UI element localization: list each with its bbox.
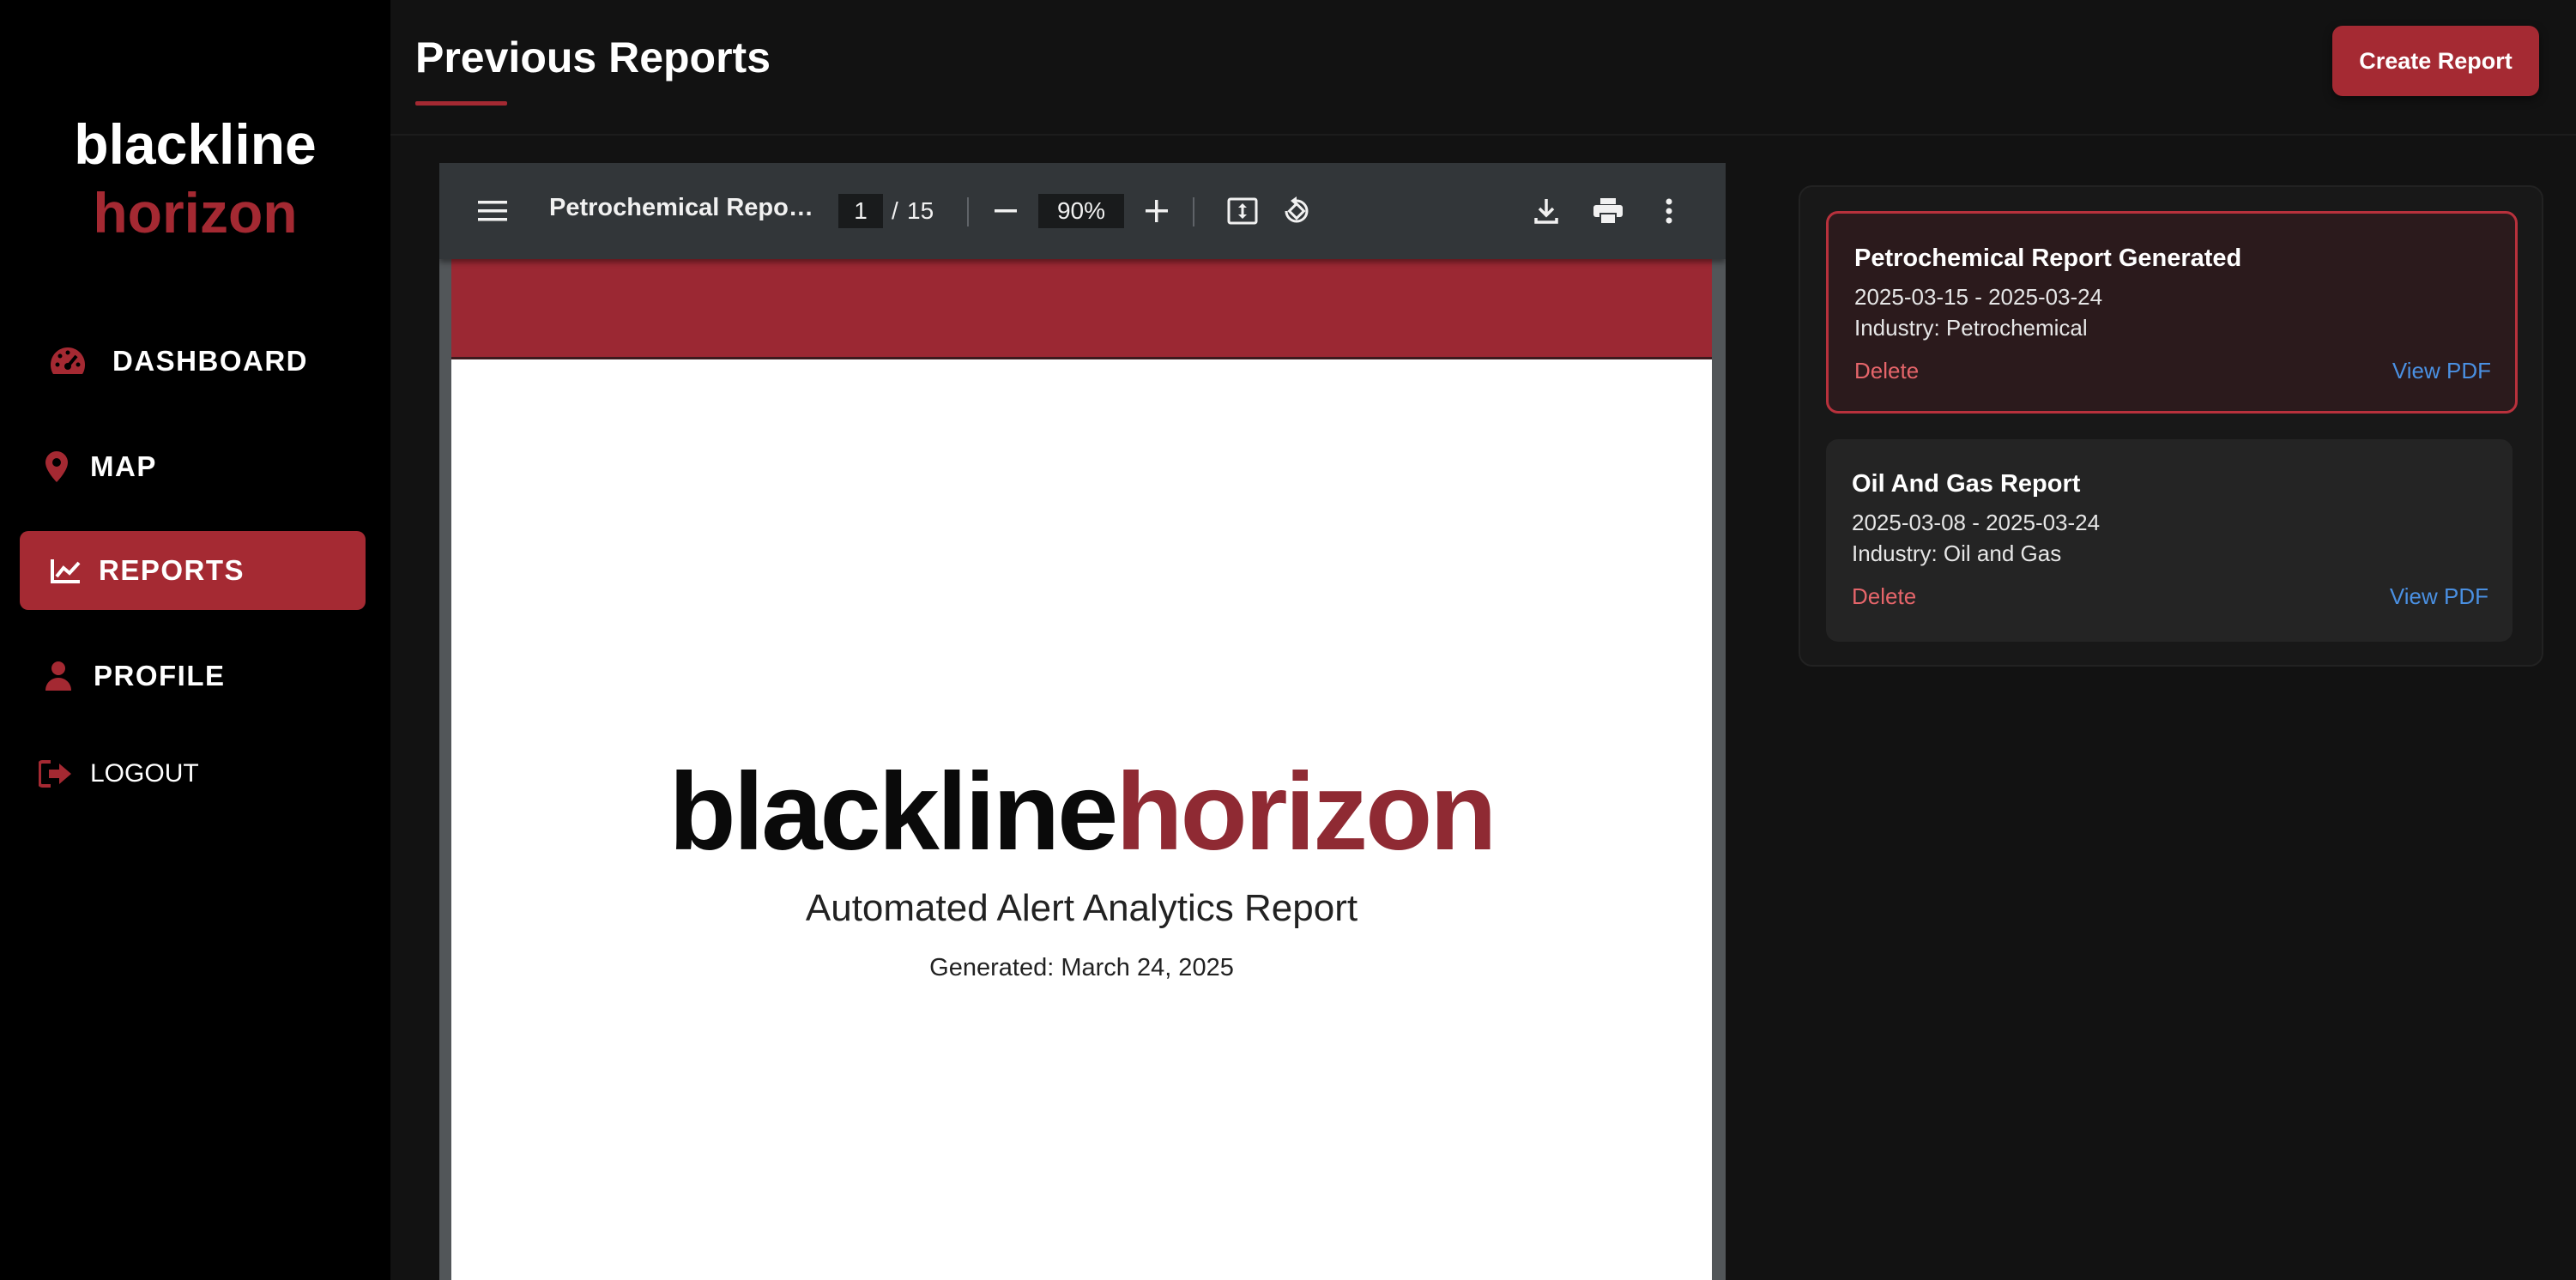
report-dates: 2025-03-15 - 2025-03-24: [1854, 284, 2103, 310]
chart-line-icon: [51, 552, 82, 589]
page-total: 15: [907, 197, 934, 224]
menu-icon[interactable]: [475, 194, 510, 228]
title-underline: [415, 101, 507, 106]
pdf-subtitle: Automated Alert Analytics Report: [805, 887, 1358, 929]
zoom-out-icon[interactable]: [989, 194, 1023, 228]
view-pdf-link[interactable]: View PDF: [2392, 358, 2491, 384]
pdf-brand-logo: blacklinehorizon: [451, 748, 1712, 877]
toolbar-divider: [967, 197, 969, 226]
reports-list-panel: Petrochemical Report Generated 2025-03-1…: [1799, 185, 2543, 667]
toolbar-divider: [1193, 197, 1194, 226]
brand-logo[interactable]: blackline horizon: [0, 110, 390, 247]
view-pdf-link[interactable]: View PDF: [2390, 583, 2488, 610]
zoom-in-icon[interactable]: [1140, 194, 1174, 228]
pdf-generated-date: Generated: March 24, 2025: [929, 954, 1234, 981]
report-card[interactable]: Oil And Gas Report 2025-03-08 - 2025-03-…: [1826, 439, 2513, 642]
speedometer-icon: [44, 342, 92, 380]
download-icon[interactable]: [1527, 192, 1565, 230]
pdf-header-band: [451, 259, 1712, 359]
pdf-page: blacklinehorizon Automated Alert Analyti…: [451, 259, 1712, 1280]
page-number-input[interactable]: 1: [838, 194, 883, 228]
logo-line-1: blackline: [74, 112, 317, 176]
pdf-logo-part1: blackline: [668, 751, 1119, 873]
report-dates: 2025-03-08 - 2025-03-24: [1852, 510, 2101, 535]
page-title: Previous Reports: [415, 33, 771, 82]
sidebar-item-reports[interactable]: REPORTS: [20, 531, 366, 610]
sidebar-item-dashboard[interactable]: DASHBOARD: [20, 322, 366, 401]
map-pin-icon: [44, 448, 70, 486]
logout-icon: [39, 755, 73, 793]
sidebar-item-label: MAP: [90, 450, 157, 482]
sidebar-item-label: DASHBOARD: [112, 345, 308, 377]
sidebar-item-label: LOGOUT: [90, 759, 199, 788]
sidebar-item-logout[interactable]: LOGOUT: [20, 734, 366, 813]
report-title: Petrochemical Report Generated: [1854, 245, 2242, 272]
more-options-icon[interactable]: [1652, 192, 1686, 230]
user-icon: [44, 657, 73, 695]
page-header: Previous Reports Create Report: [390, 0, 2576, 136]
pdf-viewer: Petrochemical Report Generated 1 / 15 90…: [439, 163, 1726, 1280]
sidebar: blackline horizon DASHBOARD MAP REPORTS …: [0, 0, 390, 1280]
fit-page-icon[interactable]: [1224, 192, 1261, 230]
delete-button[interactable]: Delete: [1854, 358, 1919, 384]
pdf-toolbar: Petrochemical Report Generated 1 / 15 90…: [439, 163, 1726, 259]
report-industry: Industry: Oil and Gas: [1852, 540, 2062, 566]
sidebar-item-label: PROFILE: [94, 660, 226, 691]
rotate-icon[interactable]: [1278, 192, 1315, 230]
zoom-level-input[interactable]: 90%: [1038, 194, 1124, 228]
pdf-logo-part2: horizon: [1116, 751, 1497, 873]
report-title: Oil And Gas Report: [1852, 470, 2081, 498]
report-industry: Industry: Petrochemical: [1854, 315, 2088, 341]
sidebar-item-profile[interactable]: PROFILE: [20, 637, 366, 715]
sidebar-item-map[interactable]: MAP: [20, 427, 366, 506]
page-separator: /: [892, 197, 898, 224]
create-report-button[interactable]: Create Report: [2332, 26, 2539, 96]
print-icon[interactable]: [1589, 192, 1627, 230]
pdf-document-title: Petrochemical Report Generated: [549, 194, 815, 221]
report-card[interactable]: Petrochemical Report Generated 2025-03-1…: [1826, 211, 2518, 414]
sidebar-item-label: REPORTS: [99, 554, 245, 586]
delete-button[interactable]: Delete: [1852, 583, 1916, 610]
logo-line-2: horizon: [93, 181, 298, 245]
